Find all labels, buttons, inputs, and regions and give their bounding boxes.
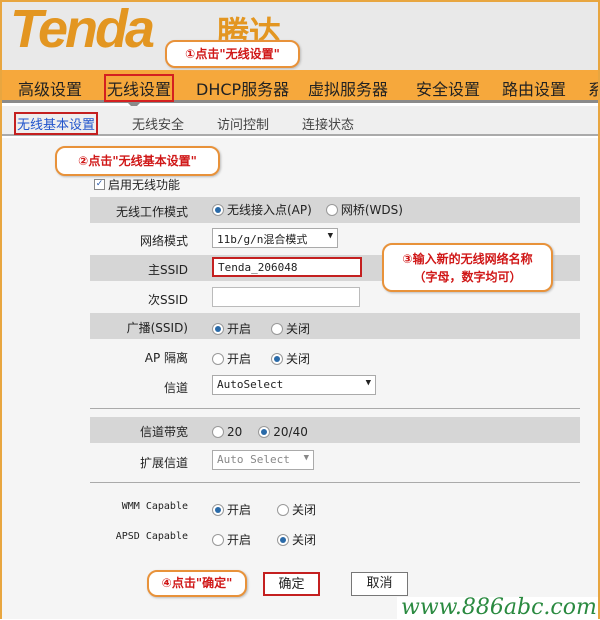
broadcast-off-label: 关闭 bbox=[286, 322, 311, 336]
broadcast-off-radio[interactable] bbox=[271, 322, 284, 335]
wmm-off-radio[interactable] bbox=[277, 503, 290, 516]
subnav-basic[interactable]: 无线基本设置 bbox=[14, 112, 99, 135]
ext-channel-label: 扩展信道 bbox=[139, 456, 188, 470]
ap-isolation-on-radio[interactable] bbox=[212, 352, 224, 365]
nav-security[interactable]: 安全设置 bbox=[416, 76, 480, 100]
bandwidth-row: 信道带宽 20 20/40 bbox=[90, 417, 580, 443]
work-mode-row: 无线工作模式 无线接入点(AP) 网桥(WDS) bbox=[90, 197, 580, 223]
net-mode-value: 11b/g/n混合模式 bbox=[217, 233, 308, 246]
bandwidth-2040-radio[interactable] bbox=[258, 426, 271, 438]
bandwidth-label: 信道带宽 bbox=[139, 425, 188, 439]
watermark: www.886abc.com bbox=[397, 597, 600, 619]
callout-step1: ①点击"无线设置" bbox=[165, 40, 300, 68]
ext-channel-value: Auto Select bbox=[217, 453, 290, 466]
channel-value: AutoSelect bbox=[217, 378, 284, 391]
work-mode-ap-label: 无线接入点(AP) bbox=[227, 203, 312, 217]
cancel-button[interactable]: 取消 bbox=[351, 572, 408, 596]
wmm-on-radio[interactable] bbox=[212, 503, 224, 516]
apsd-row: APSD Capable 开启 关闭 bbox=[90, 525, 580, 551]
chevron-down-icon: ▼ bbox=[303, 453, 309, 463]
ap-isolation-off-label: 关闭 bbox=[286, 352, 311, 366]
apsd-off-radio[interactable] bbox=[277, 533, 290, 546]
broadcast-on-label: 开启 bbox=[227, 322, 252, 336]
chevron-down-icon: ▼ bbox=[365, 378, 371, 388]
sub-nav: 无线基本设置 无线安全 访问控制 连接状态 bbox=[2, 106, 600, 136]
net-mode-select[interactable]: 11b/g/n混合模式 ▼ bbox=[212, 228, 338, 248]
callout-step4: ④点击"确定" bbox=[147, 570, 247, 597]
broadcast-row: 广播(SSID) 开启 关闭 bbox=[90, 313, 580, 339]
enable-wireless-row: ✓ 启用无线功能 bbox=[94, 176, 180, 193]
wmm-on-label: 开启 bbox=[227, 503, 252, 517]
work-mode-ap-radio[interactable] bbox=[212, 203, 224, 216]
channel-label: 信道 bbox=[163, 381, 188, 395]
apsd-label: APSD Capable bbox=[115, 531, 188, 542]
subnav-access-control[interactable]: 访问控制 bbox=[217, 114, 269, 133]
apsd-off-label: 关闭 bbox=[292, 533, 317, 547]
nav-virtual-server[interactable]: 虚拟服务器 bbox=[308, 76, 388, 100]
callout-step3-line1: ③输入新的无线网络名称 bbox=[402, 252, 533, 266]
nav-wireless[interactable]: 无线设置 bbox=[104, 74, 175, 102]
header: Tenda 腾达 bbox=[2, 0, 600, 70]
subnav-security[interactable]: 无线安全 bbox=[132, 114, 184, 133]
work-mode-label: 无线工作模式 bbox=[115, 205, 188, 219]
ap-isolation-off-radio[interactable] bbox=[271, 352, 284, 365]
work-mode-wds-radio[interactable] bbox=[325, 203, 338, 216]
nav-routing[interactable]: 路由设置 bbox=[502, 76, 566, 100]
nav-system[interactable]: 系 bbox=[588, 76, 600, 100]
broadcast-on-radio[interactable] bbox=[212, 322, 224, 335]
main-nav: 高级设置 无线设置 DHCP服务器 虚拟服务器 安全设置 路由设置 系 bbox=[2, 70, 600, 103]
ap-isolation-row: AP 隔离 开启 关闭 bbox=[90, 343, 580, 369]
channel-row: 信道 AutoSelect ▼ bbox=[90, 373, 580, 399]
callout-step3-line2: （字母，数字均可） bbox=[413, 270, 522, 284]
chevron-down-icon: ▼ bbox=[327, 231, 333, 241]
bandwidth-2040-label: 20/40 bbox=[273, 425, 308, 439]
subnav-connection-status[interactable]: 连接状态 bbox=[302, 114, 354, 133]
wmm-row: WMM Capable 开启 关闭 bbox=[90, 495, 580, 521]
channel-select[interactable]: AutoSelect ▼ bbox=[212, 375, 376, 395]
apsd-on-radio[interactable] bbox=[212, 533, 224, 546]
callout-step2: ②点击"无线基本设置" bbox=[55, 146, 220, 176]
apsd-on-label: 开启 bbox=[227, 533, 252, 547]
work-mode-wds-label: 网桥(WDS) bbox=[340, 203, 403, 217]
net-mode-label: 网络模式 bbox=[139, 234, 188, 248]
ext-channel-select[interactable]: Auto Select ▼ bbox=[212, 450, 314, 470]
ssid2-label: 次SSID bbox=[147, 293, 188, 307]
broadcast-label: 广播(SSID) bbox=[126, 321, 188, 335]
bandwidth-20-label: 20 bbox=[227, 425, 243, 439]
ssid1-input[interactable]: Tenda_206048 bbox=[212, 257, 362, 277]
tenda-logo: Tenda bbox=[10, 0, 155, 59]
divider bbox=[90, 482, 580, 483]
nav-advanced[interactable]: 高级设置 bbox=[18, 76, 82, 100]
ssid2-input[interactable] bbox=[212, 287, 360, 307]
wmm-label: WMM Capable bbox=[121, 501, 188, 512]
enable-wireless-label: 启用无线功能 bbox=[108, 178, 181, 192]
bandwidth-20-radio[interactable] bbox=[212, 426, 224, 438]
divider bbox=[90, 408, 580, 409]
callout-step3: ③输入新的无线网络名称 （字母，数字均可） bbox=[382, 243, 553, 292]
wmm-off-label: 关闭 bbox=[292, 503, 317, 517]
nav-dhcp[interactable]: DHCP服务器 bbox=[196, 76, 289, 100]
ssid1-label: 主SSID bbox=[147, 263, 188, 277]
ext-channel-row: 扩展信道 Auto Select ▼ bbox=[90, 448, 580, 474]
ap-isolation-on-label: 开启 bbox=[227, 352, 252, 366]
enable-wireless-checkbox[interactable]: ✓ bbox=[94, 179, 105, 190]
ap-isolation-label: AP 隔离 bbox=[144, 351, 188, 365]
ok-button[interactable]: 确定 bbox=[263, 572, 320, 596]
